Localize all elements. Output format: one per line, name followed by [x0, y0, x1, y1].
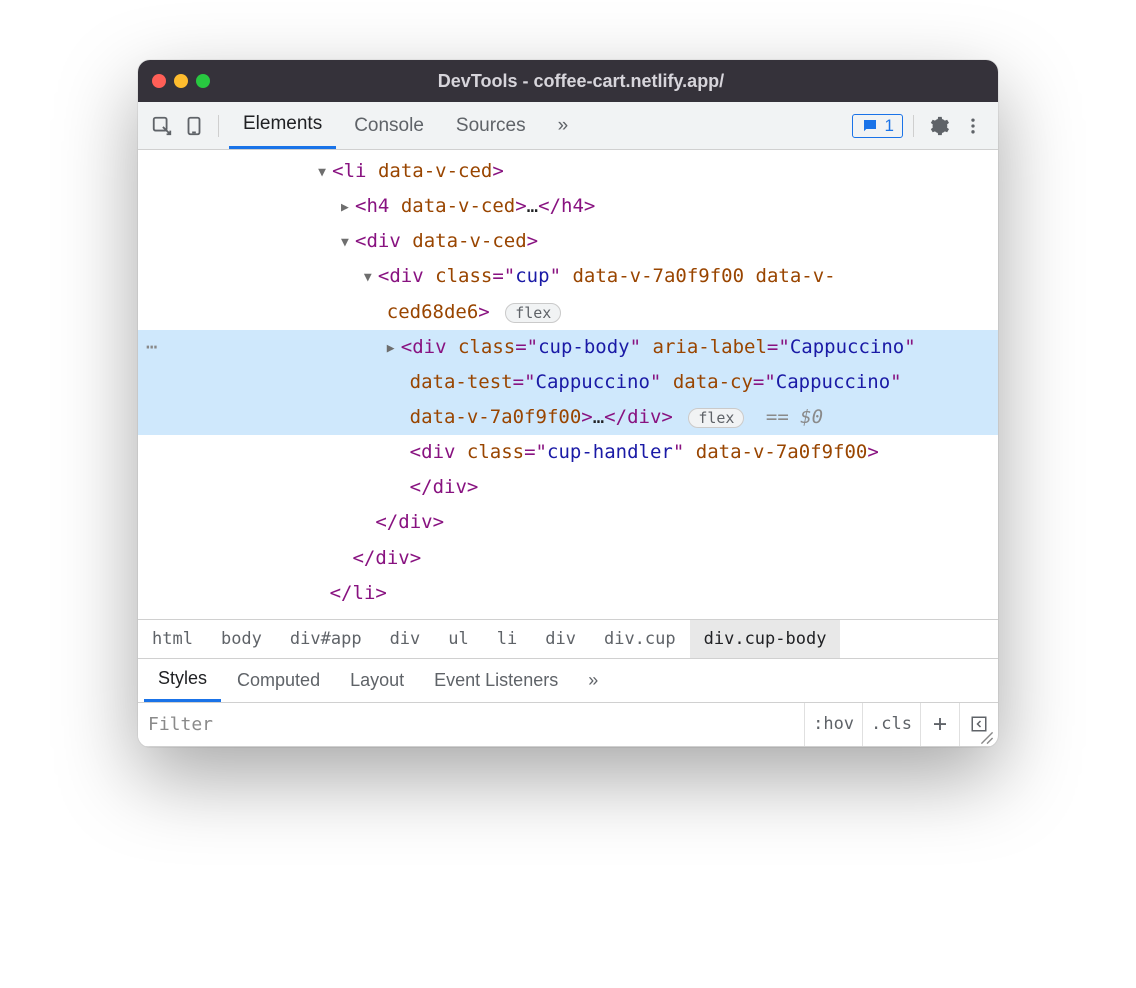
breadcrumb-item[interactable]: div	[376, 620, 435, 658]
breadcrumb-item[interactable]: div.cup-body	[690, 620, 841, 658]
dom-line[interactable]: ▼<li data-v-ced>	[138, 154, 998, 189]
close-icon[interactable]	[152, 74, 166, 88]
dom-line[interactable]: ▼<div class="cup" data-v-7a0f9f00 data-v…	[138, 259, 998, 294]
window-title: DevTools - coffee-cart.netlify.app/	[218, 71, 944, 92]
dom-line[interactable]: ced68de6> flex	[138, 295, 998, 330]
dom-line[interactable]: ⋯ ▶<div class="cup-body" aria-label="Cap…	[138, 330, 998, 365]
breadcrumb-item[interactable]: ul	[434, 620, 482, 658]
dom-tree[interactable]: ▼<li data-v-ced> ▶<h4 data-v-ced>…</h4> …	[138, 150, 998, 619]
hov-button[interactable]: :hov	[804, 703, 862, 746]
styles-tab-layout[interactable]: Layout	[336, 659, 418, 702]
breadcrumb-item[interactable]: html	[138, 620, 207, 658]
styles-filter-input[interactable]	[138, 703, 804, 746]
dom-line[interactable]: </div>	[138, 470, 998, 505]
inspect-icon[interactable]	[148, 112, 176, 140]
device-toggle-icon[interactable]	[180, 112, 208, 140]
breadcrumb-item[interactable]: div.cup	[590, 620, 690, 658]
separator	[218, 115, 219, 137]
dom-line[interactable]: data-test="Cappuccino" data-cy="Cappucci…	[138, 365, 998, 400]
breadcrumbs: htmlbodydiv#appdivullidivdiv.cupdiv.cup-…	[138, 619, 998, 659]
tab-sources[interactable]: Sources	[442, 102, 540, 149]
breadcrumb-item[interactable]: div#app	[276, 620, 376, 658]
styles-tabs: Styles Computed Layout Event Listeners »	[138, 659, 998, 703]
styles-tabs-more[interactable]: »	[574, 659, 612, 702]
kebab-icon[interactable]	[958, 111, 988, 141]
issues-count: 1	[885, 116, 894, 136]
devtools-window: DevTools - coffee-cart.netlify.app/ Elem…	[138, 60, 998, 747]
new-style-rule-icon[interactable]	[920, 703, 959, 746]
dom-line[interactable]: ▼<div data-v-ced>	[138, 224, 998, 259]
maximize-icon[interactable]	[196, 74, 210, 88]
styles-tab-computed[interactable]: Computed	[223, 659, 334, 702]
styles-tab-styles[interactable]: Styles	[144, 659, 221, 702]
dom-line[interactable]: data-v-7a0f9f00>…</div> flex == $0	[138, 400, 998, 435]
main-toolbar: Elements Console Sources » 1	[138, 102, 998, 150]
tabs-more[interactable]: »	[544, 102, 583, 149]
breadcrumb-item[interactable]: li	[483, 620, 531, 658]
dom-line[interactable]: <div class="cup-handler" data-v-7a0f9f00…	[138, 435, 998, 470]
minimize-icon[interactable]	[174, 74, 188, 88]
dom-line[interactable]: </div>	[138, 541, 998, 576]
dom-line[interactable]: ▶<h4 data-v-ced>…</h4>	[138, 189, 998, 224]
styles-filter-row: :hov .cls	[138, 703, 998, 747]
cls-button[interactable]: .cls	[862, 703, 920, 746]
issues-badge[interactable]: 1	[852, 114, 903, 138]
gear-icon[interactable]	[924, 111, 954, 141]
resize-handle-icon[interactable]	[980, 731, 994, 745]
tab-elements[interactable]: Elements	[229, 102, 336, 149]
separator	[913, 115, 914, 137]
breadcrumb-item[interactable]: body	[207, 620, 276, 658]
dom-line[interactable]: </li>	[138, 576, 998, 611]
styles-tab-event-listeners[interactable]: Event Listeners	[420, 659, 572, 702]
tab-console[interactable]: Console	[340, 102, 438, 149]
titlebar: DevTools - coffee-cart.netlify.app/	[138, 60, 998, 102]
breadcrumb-item[interactable]: div	[531, 620, 590, 658]
dom-line[interactable]: </div>	[138, 505, 998, 540]
